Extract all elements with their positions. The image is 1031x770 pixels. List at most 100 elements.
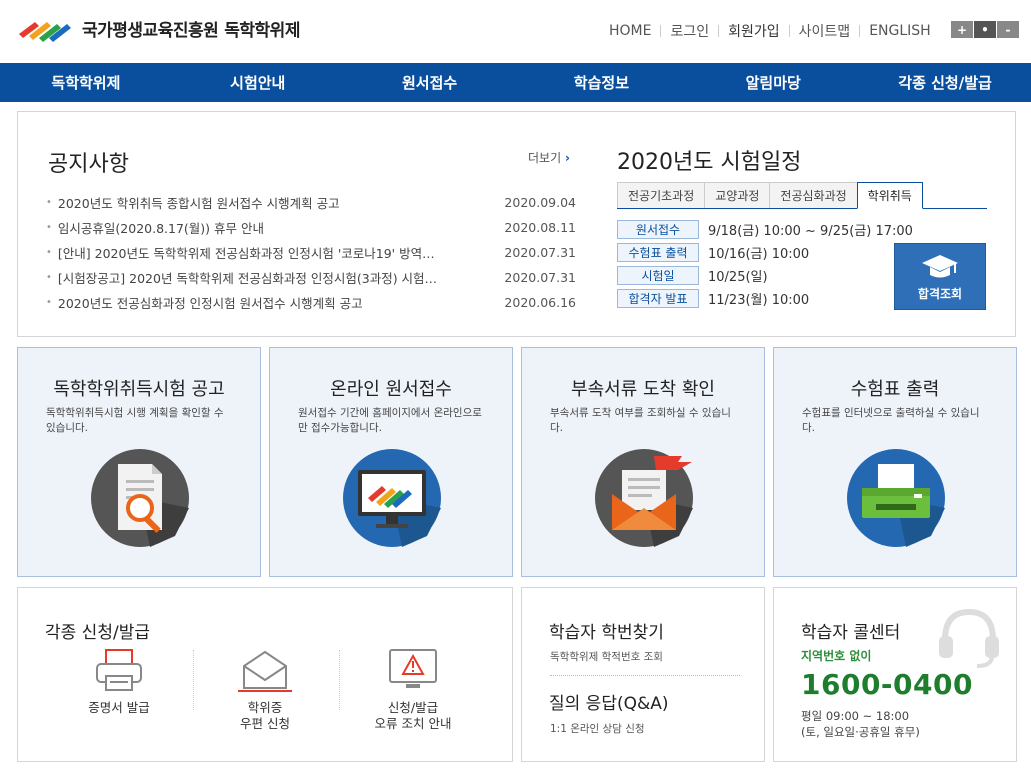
schedule-label: 시험일 xyxy=(617,266,699,285)
schedule-row: 시험일 10/25(일) xyxy=(617,264,913,287)
card-desc: 부속서류 도착 여부를 조회하실 수 있습니다. xyxy=(550,407,731,434)
nav-application[interactable]: 원서접수 xyxy=(344,63,516,102)
tab-liberal-arts[interactable]: 교양과정 xyxy=(704,182,771,208)
card-title: 수험표 출력 xyxy=(850,379,940,400)
schedule-label: 합격자 발표 xyxy=(617,289,699,308)
schedule-value: 9/18(금) 10:00 ~ 9/25(금) 17:00 xyxy=(708,224,913,239)
top-navigation: HOME 로그인 회원가입 사이트맵 ENGLISH xyxy=(600,21,940,41)
nav-study-info[interactable]: 학습정보 xyxy=(515,63,687,102)
font-size-controls: + • - xyxy=(951,21,1020,38)
card-desc: 독학학위취득시험 시행 계획을 확인할 수 있습니다. xyxy=(46,407,224,434)
schedule-rows: 원서접수 9/18(금) 10:00 ~ 9/25(금) 17:00 수험표 출력… xyxy=(617,218,913,310)
qa-link[interactable]: 질의 응답(Q&A) xyxy=(549,689,669,714)
document-search-icon xyxy=(91,449,189,547)
notice-item-date: 2020.07.31 xyxy=(504,245,576,260)
envelope-icon xyxy=(595,449,693,547)
find-student-id-link[interactable]: 학습자 학번찾기 xyxy=(549,618,664,643)
apply-certificate[interactable]: 증명서 발급 xyxy=(54,648,184,716)
topnav-join[interactable]: 회원가입 xyxy=(719,21,789,41)
topnav-english[interactable]: ENGLISH xyxy=(860,23,940,39)
more-link[interactable]: 더보기 › xyxy=(528,149,570,166)
headset-icon xyxy=(939,608,999,668)
schedule-value: 11/23(월) 10:00 xyxy=(708,293,810,308)
list-item[interactable]: [시험장공고] 2020년 독학학위제 전공심화과정 인정시험(3과정) 시험…… xyxy=(46,265,576,290)
notice-item-date: 2020.09.04 xyxy=(504,195,576,210)
service-name: 독학학위제 xyxy=(224,21,300,41)
card-title: 부속서류 도착 확인 xyxy=(571,379,715,400)
apply-item-label: 신청/발급 오류 조치 안내 xyxy=(374,700,452,731)
site-title[interactable]: 국가평생교육진흥원 독학학위제 xyxy=(82,16,300,41)
main-navigation: 독학학위제 시험안내 원서접수 학습정보 알림마당 각종 신청/발급 xyxy=(0,63,1031,102)
notice-item-title[interactable]: 2020년도 학위취득 종합시험 원서접수 시행계획 공고 xyxy=(46,193,340,212)
card-document-check[interactable]: 부속서류 도착 확인 부속서류 도착 여부를 조회하실 수 있습니다. xyxy=(521,347,765,577)
notice-item-title[interactable]: 임시공휴일(2020.8.17(월)) 휴무 안내 xyxy=(46,218,264,237)
list-item[interactable]: 임시공휴일(2020.8.17(월)) 휴무 안내 2020.08.11 xyxy=(46,215,576,240)
list-item[interactable]: [안내] 2020년도 독학학위제 전공심화과정 인정시험 '코로나19' 방역… xyxy=(46,240,576,265)
topnav-home[interactable]: HOME xyxy=(600,23,660,39)
tab-major-advanced[interactable]: 전공심화과정 xyxy=(769,182,858,208)
notice-list: 2020년도 학위취득 종합시험 원서접수 시행계획 공고2020.09.04 … xyxy=(46,190,576,315)
card-desc: 수험표를 인터넷으로 출력하실 수 있습니다. xyxy=(802,407,980,434)
apply-diploma-mail[interactable]: 학위증 우편 신청 xyxy=(200,648,330,732)
schedule-row: 원서접수 9/18(금) 10:00 ~ 9/25(금) 17:00 xyxy=(617,218,913,241)
header: 국가평생교육진흥원 독학학위제 HOME 로그인 회원가입 사이트맵 ENGLIS… xyxy=(0,0,1031,62)
card-title: 독학학위취득시험 공고 xyxy=(53,379,225,400)
divider xyxy=(193,650,194,710)
callcenter-panel: 학습자 콜센터 지역번호 없이 1600-0400 평일 09:00 ~ 18:… xyxy=(773,587,1017,762)
more-label: 더보기 xyxy=(528,151,562,165)
apply-item-label: 학위증 우편 신청 xyxy=(240,700,290,731)
list-item[interactable]: 2020년도 학위취득 종합시험 원서접수 시행계획 공고 2020.09.04 xyxy=(46,190,576,215)
tab-major-basic[interactable]: 전공기초과정 xyxy=(617,182,706,208)
font-increase-button[interactable]: + xyxy=(951,21,973,38)
apply-panel: 각종 신청/발급 증명서 발급 학위증 우편 신청 신청/발급 오류 조치 안내 xyxy=(17,587,513,762)
student-panel: 학습자 학번찾기 독학학위제 학적번호 조회 질의 응답(Q&A) 1:1 온라… xyxy=(521,587,765,762)
notice-title: 공지사항 xyxy=(48,152,129,177)
topnav-login[interactable]: 로그인 xyxy=(661,21,718,41)
pass-check-label: 합격조회 xyxy=(917,287,963,301)
nav-degree[interactable]: 독학학위제 xyxy=(0,63,172,102)
schedule-value: 10/25(일) xyxy=(708,270,768,285)
schedule-title: 2020년도 시험일정 xyxy=(617,150,802,175)
area-code-note: 지역번호 없이 xyxy=(801,649,872,663)
notice-schedule-panel: 공지사항 더보기 › 2020년도 학위취득 종합시험 원서접수 시행계획 공고… xyxy=(17,111,1016,337)
tab-degree[interactable]: 학위취득 xyxy=(856,182,923,209)
schedule-row: 합격자 발표 11/23(월) 10:00 xyxy=(617,287,913,310)
card-title: 온라인 원서접수 xyxy=(330,379,452,400)
phone-number: 1600-0400 xyxy=(801,668,973,701)
logo-icon[interactable] xyxy=(17,12,73,44)
nav-requests[interactable]: 각종 신청/발급 xyxy=(859,63,1031,102)
divider xyxy=(550,675,740,676)
notice-item-date: 2020.06.16 xyxy=(504,295,576,310)
list-item[interactable]: 2020년도 전공심화과정 인정시험 원서접수 시행계획 공고 2020.06.1… xyxy=(46,290,576,315)
schedule-row: 수험표 출력 10/16(금) 10:00 xyxy=(617,241,913,264)
printer-icon xyxy=(96,649,142,691)
warning-monitor-icon xyxy=(389,649,437,688)
card-exam-notice[interactable]: 독학학위취득시험 공고 독학학위취득시험 시행 계획을 확인할 수 있습니다. xyxy=(17,347,261,577)
card-desc: 원서접수 기간에 홈페이지에서 온라인으로만 접수가능합니다. xyxy=(298,407,482,434)
apply-title: 각종 신청/발급 xyxy=(45,623,150,643)
card-ticket-print[interactable]: 수험표 출력 수험표를 인터넷으로 출력하실 수 있습니다. xyxy=(773,347,1017,577)
org-name: 국가평생교육진흥원 xyxy=(82,21,219,41)
font-reset-button[interactable]: • xyxy=(974,21,996,38)
qa-desc: 1:1 온라인 상담 신청 xyxy=(550,723,645,735)
schedule-label: 원서접수 xyxy=(617,220,699,239)
nav-exam-info[interactable]: 시험안내 xyxy=(172,63,344,102)
pass-check-button[interactable]: 합격조회 xyxy=(894,243,986,310)
business-hours: 평일 09:00 ~ 18:00 (토, 일요일·공휴일 휴무) xyxy=(801,708,920,740)
schedule-tabs: 전공기초과정 교양과정 전공심화과정 학위취득 xyxy=(617,182,987,209)
font-decrease-button[interactable]: - xyxy=(997,21,1019,38)
apply-error-guide[interactable]: 신청/발급 오류 조치 안내 xyxy=(348,648,478,732)
nav-notice-board[interactable]: 알림마당 xyxy=(687,63,859,102)
card-online-apply[interactable]: 온라인 원서접수 원서접수 기간에 홈페이지에서 온라인으로만 접수가능합니다. xyxy=(269,347,513,577)
holiday-note: (토, 일요일·공휴일 휴무) xyxy=(801,725,920,739)
notice-item-title[interactable]: [시험장공고] 2020년 독학학위제 전공심화과정 인정시험(3과정) 시험… xyxy=(46,268,437,287)
mail-icon xyxy=(238,650,292,692)
apply-item-label: 증명서 발급 xyxy=(88,700,150,715)
schedule-value: 10/16(금) 10:00 xyxy=(708,247,810,262)
callcenter-title: 학습자 콜센터 xyxy=(801,623,901,643)
weekday-hours: 평일 09:00 ~ 18:00 xyxy=(801,709,910,723)
notice-item-title[interactable]: [안내] 2020년도 독학학위제 전공심화과정 인정시험 '코로나19' 방역… xyxy=(46,243,435,262)
notice-item-title[interactable]: 2020년도 전공심화과정 인정시험 원서접수 시행계획 공고 xyxy=(46,293,363,312)
topnav-sitemap[interactable]: 사이트맵 xyxy=(790,21,860,41)
notice-item-date: 2020.07.31 xyxy=(504,270,576,285)
